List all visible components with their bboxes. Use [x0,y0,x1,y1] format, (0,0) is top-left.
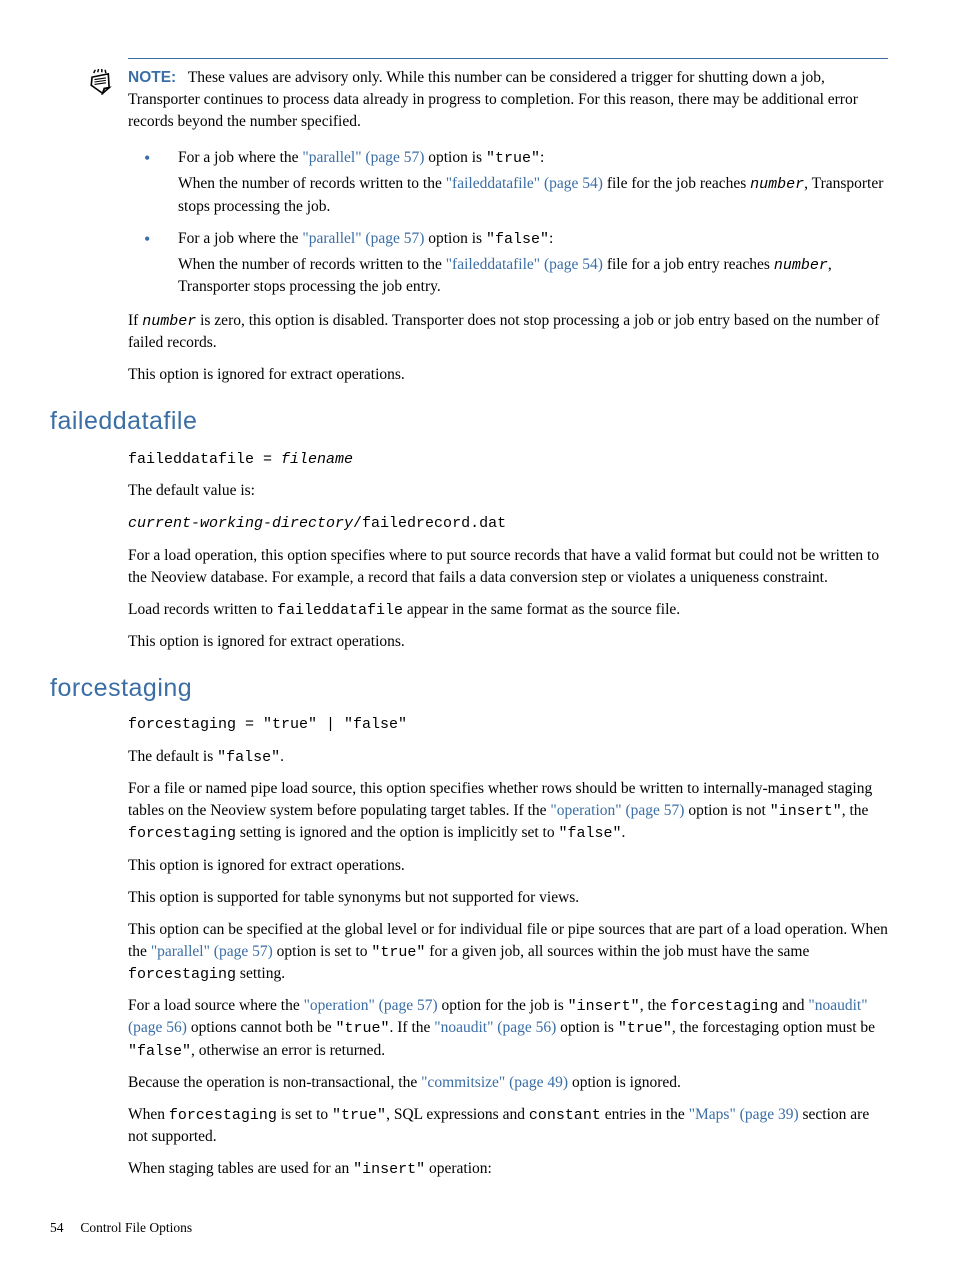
syntax-line: forcestaging = "true" | "false" [128,714,888,735]
list-item: For a job where the "parallel" (page 57)… [144,228,888,299]
default-line: current-working-directory/failedrecord.d… [128,512,888,534]
link-operation[interactable]: "operation" (page 57) [550,802,684,819]
syntax-line: faileddatafile = filename [128,448,888,470]
section-content: forcestaging = "true" | "false" The defa… [128,714,888,1180]
paragraph: Because the operation is non-transaction… [128,1072,888,1094]
page-footer: 54 Control File Options [50,1218,192,1237]
bullet-lead: For a job where the "parallel" (page 57)… [178,228,888,250]
paragraph: For a file or named pipe load source, th… [128,778,888,845]
paragraph: For a load operation, this option specif… [128,545,888,589]
link-parallel[interactable]: "parallel" (page 57) [302,230,424,247]
link-faileddatafile[interactable]: "faileddatafile" (page 54) [446,256,603,273]
paragraph: If number is zero, this option is disabl… [128,310,888,354]
paragraph: This option is ignored for extract opera… [128,631,888,653]
note-label: NOTE: [128,69,176,86]
note-icon [88,69,114,95]
page-number: 54 [50,1220,64,1235]
paragraph: When staging tables are used for an "ins… [128,1158,888,1180]
list-item: For a job where the "parallel" (page 57)… [144,147,888,218]
paragraph: This option can be specified at the glob… [128,919,888,986]
link-parallel[interactable]: "parallel" (page 57) [151,943,273,960]
paragraph: When forcestaging is set to "true", SQL … [128,1104,888,1148]
heading-forcestaging: forcestaging [50,671,888,707]
continuation-content: For a job where the "parallel" (page 57)… [128,147,888,386]
bullet-sub: When the number of records written to th… [178,173,888,217]
paragraph: This option is ignored for extract opera… [128,364,888,386]
bullet-sub: When the number of records written to th… [178,254,888,298]
section-content: faileddatafile = filename The default va… [128,448,888,653]
paragraph: This option is supported for table synon… [128,887,888,909]
link-parallel[interactable]: "parallel" (page 57) [302,149,424,166]
paragraph: For a load source where the "operation" … [128,995,888,1062]
link-operation[interactable]: "operation" (page 57) [304,997,438,1014]
paragraph: Load records written to faileddatafile a… [128,599,888,621]
note-block: NOTE: These values are advisory only. Wh… [88,67,888,133]
link-faileddatafile[interactable]: "faileddatafile" (page 54) [446,175,603,192]
heading-faileddatafile: faileddatafile [50,404,888,440]
paragraph: This option is ignored for extract opera… [128,855,888,877]
paragraph: The default is "false". [128,746,888,768]
note-text: NOTE: These values are advisory only. Wh… [128,67,888,133]
bullet-list: For a job where the "parallel" (page 57)… [128,147,888,298]
bullet-lead: For a job where the "parallel" (page 57)… [178,147,888,169]
note-body: These values are advisory only. While th… [128,69,858,130]
paragraph: The default value is: [128,480,888,502]
link-commitsize[interactable]: "commitsize" (page 49) [421,1074,568,1091]
link-noaudit[interactable]: "noaudit" (page 56) [434,1019,556,1036]
page: NOTE: These values are advisory only. Wh… [0,0,954,1271]
link-maps[interactable]: "Maps" (page 39) [689,1106,799,1123]
footer-title: Control File Options [80,1220,192,1235]
note-rule [128,58,888,59]
